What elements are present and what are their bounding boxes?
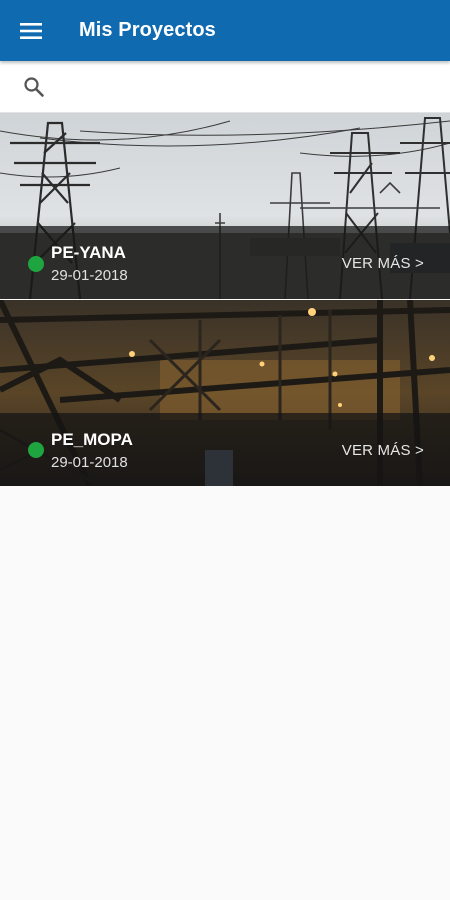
menu-icon	[20, 23, 42, 39]
project-card-pe-yana[interactable]: PE-YANA 29-01-2018 VER MÁS >	[0, 113, 450, 299]
search-bar	[0, 61, 450, 113]
project-name: PE_MOPA	[51, 430, 133, 449]
page-title: Mis Proyectos	[79, 19, 216, 41]
project-info-overlay: PE-YANA 29-01-2018 VER MÁS >	[0, 226, 450, 299]
status-indicator	[28, 256, 44, 272]
project-info-overlay: PE_MOPA 29-01-2018 VER MÁS >	[0, 413, 450, 486]
project-date: 29-01-2018	[51, 454, 128, 471]
search-icon[interactable]	[22, 75, 46, 99]
search-input[interactable]	[60, 69, 434, 105]
project-name: PE-YANA	[51, 243, 126, 262]
ver-mas-button[interactable]: VER MÁS >	[342, 442, 424, 459]
project-card-pe-mopa[interactable]: PE_MOPA 29-01-2018 VER MÁS >	[0, 300, 450, 486]
ver-mas-button[interactable]: VER MÁS >	[342, 255, 424, 272]
menu-button[interactable]	[12, 12, 50, 50]
app-bar: Mis Proyectos	[0, 0, 450, 61]
project-date: 29-01-2018	[51, 267, 128, 284]
status-indicator	[28, 442, 44, 458]
